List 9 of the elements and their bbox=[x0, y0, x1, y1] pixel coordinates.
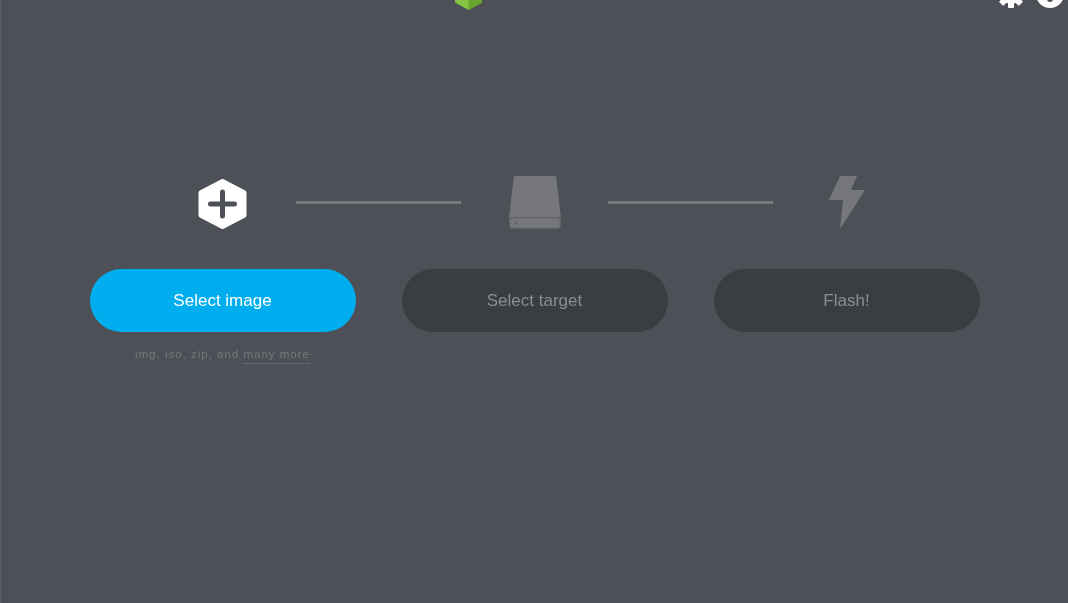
info-icon bbox=[1036, 0, 1064, 8]
settings-icon bbox=[997, 0, 1025, 8]
drive-icon bbox=[508, 176, 561, 229]
cube-logo-icon bbox=[455, 0, 482, 10]
lightning-bolt-icon bbox=[828, 176, 865, 229]
info-button[interactable] bbox=[1036, 0, 1064, 8]
settings-button[interactable] bbox=[997, 0, 1025, 8]
plus-hexagon-icon bbox=[198, 179, 247, 229]
select-image-button[interactable]: Select image bbox=[89, 269, 356, 332]
